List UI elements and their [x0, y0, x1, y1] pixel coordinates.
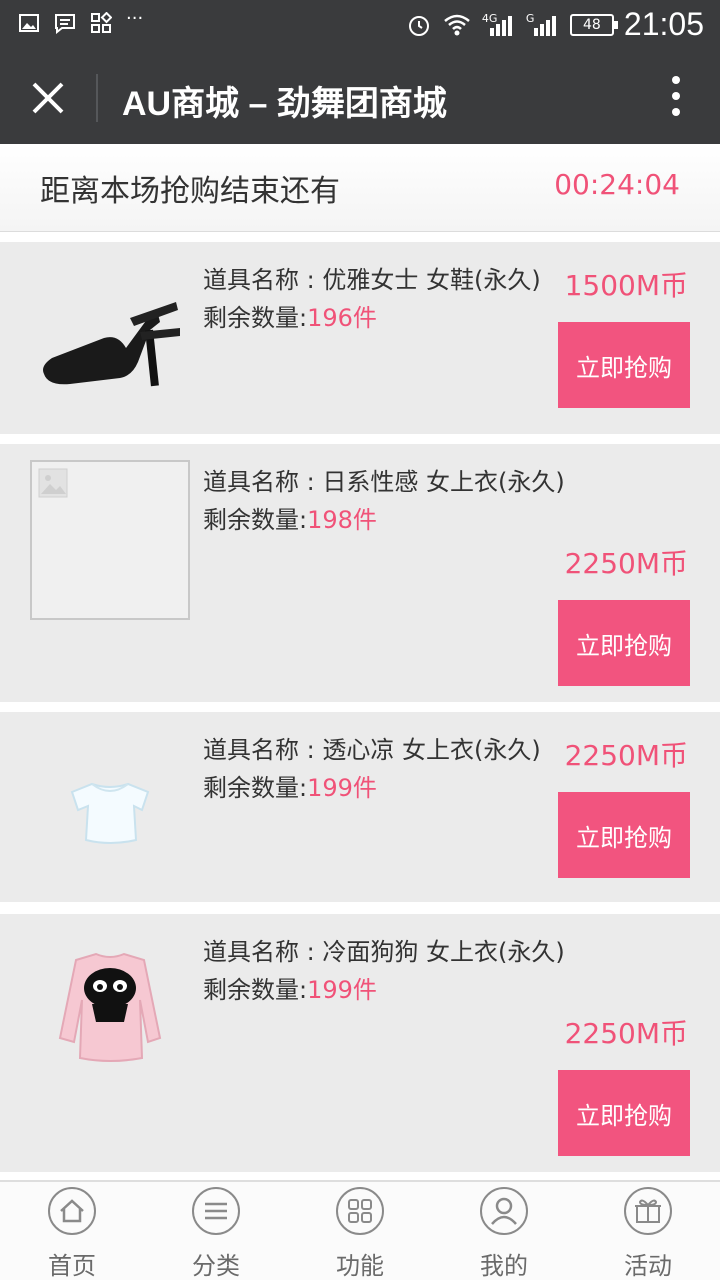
tab-events[interactable]: 活动 [588, 1186, 708, 1281]
status-indicators: 4G G 48 21:05 [406, 6, 704, 43]
gift-icon [623, 1186, 673, 1236]
buy-now-button[interactable]: 立即抢购 [558, 600, 690, 686]
item-price: 1500M币 [564, 269, 688, 302]
quantity-value: 199件 [307, 774, 377, 802]
tab-home[interactable]: 首页 [12, 1186, 132, 1281]
list-item: 道具名称 : 冷面狗狗 女上衣(永久) 剩余数量:199件 2250M币 立即抢… [0, 914, 720, 1172]
item-name: 道具名称 : 优雅女士 女鞋(永久) [203, 266, 541, 294]
tab-features[interactable]: 功能 [300, 1186, 420, 1281]
more-menu-button[interactable] [668, 76, 684, 120]
alarm-icon [408, 15, 429, 36]
item-price: 2250M币 [564, 547, 688, 580]
tab-label: 首页 [48, 1252, 96, 1280]
wifi-icon [444, 14, 470, 35]
tab-label: 功能 [336, 1252, 384, 1280]
user-icon [479, 1186, 529, 1236]
item-name: 道具名称 : 日系性感 女上衣(永久) [203, 468, 565, 496]
battery-icon: 48 [569, 13, 618, 36]
tab-label: 活动 [624, 1252, 672, 1280]
buy-now-button[interactable]: 立即抢购 [558, 322, 690, 408]
item-name: 道具名称 : 冷面狗狗 女上衣(永久) [203, 938, 565, 966]
clock: 21:05 [623, 6, 704, 42]
image-placeholder [30, 460, 190, 620]
quantity-label: 剩余数量: [203, 774, 308, 802]
item-name: 道具名称 : 透心凉 女上衣(永久) [203, 736, 541, 764]
tab-label: 我的 [480, 1252, 528, 1280]
item-quantity: 剩余数量:199件 [203, 970, 377, 1005]
battery-level: 48 [583, 16, 601, 33]
list-item: 道具名称 : 优雅女士 女鞋(永久) 剩余数量:196件 1500M币 立即抢购 [0, 242, 720, 434]
list-item: 道具名称 : 日系性感 女上衣(永久) 剩余数量:198件 2250M币 立即抢… [0, 444, 720, 702]
tab-label: 分类 [192, 1252, 240, 1280]
flash-sale-countdown: 距离本场抢购结束还有 00:24:04 [0, 144, 720, 232]
quantity-label: 剩余数量: [203, 304, 308, 332]
more-notifications-icon: ··· [126, 8, 144, 29]
pink-sweater-image [30, 930, 190, 1090]
close-button[interactable] [24, 74, 74, 124]
item-quantity: 剩余数量:196件 [203, 298, 377, 333]
page-title: AU商城 – 劲舞团商城 [122, 85, 447, 123]
countdown-timer: 00:24:04 [554, 168, 680, 201]
countdown-label: 距离本场抢购结束还有 [40, 174, 340, 209]
buy-now-button[interactable]: 立即抢购 [558, 1070, 690, 1156]
shoe-image [30, 258, 190, 418]
message-notification-icon [54, 12, 76, 35]
quantity-value: 196件 [307, 304, 377, 332]
app-bar: AU商城 – 劲舞团商城 [0, 52, 720, 144]
list-icon [191, 1186, 241, 1236]
tab-profile[interactable]: 我的 [444, 1186, 564, 1281]
item-quantity: 剩余数量:198件 [203, 500, 377, 535]
buy-now-button[interactable]: 立即抢购 [558, 792, 690, 878]
item-quantity: 剩余数量:199件 [203, 768, 377, 803]
quantity-value: 199件 [307, 976, 377, 1004]
gallery-notification-icon [18, 12, 40, 34]
apps-notification-icon [90, 11, 113, 34]
more-vertical-icon [668, 76, 684, 116]
app-bar-divider [96, 74, 98, 122]
item-price: 2250M币 [564, 1017, 688, 1050]
quantity-label: 剩余数量: [203, 976, 308, 1004]
broken-image-icon [38, 468, 68, 498]
signal-2-icon: G [526, 12, 560, 38]
status-bar: ··· 4G G 48 21:05 [0, 0, 720, 52]
bottom-tab-bar: 首页 分类 功能 我的 活动 [0, 1180, 720, 1280]
home-icon [47, 1186, 97, 1236]
list-item: 道具名称 : 透心凉 女上衣(永久) 剩余数量:199件 2250M币 立即抢购 [0, 712, 720, 902]
item-price: 2250M币 [564, 739, 688, 772]
signal-1-icon: 4G [482, 12, 516, 38]
close-icon [32, 82, 64, 114]
quantity-value: 198件 [307, 506, 377, 534]
notification-icons: ··· [18, 8, 148, 35]
quantity-label: 剩余数量: [203, 506, 308, 534]
tab-categories[interactable]: 分类 [156, 1186, 276, 1281]
white-top-image [30, 728, 190, 888]
grid-icon [335, 1186, 385, 1236]
